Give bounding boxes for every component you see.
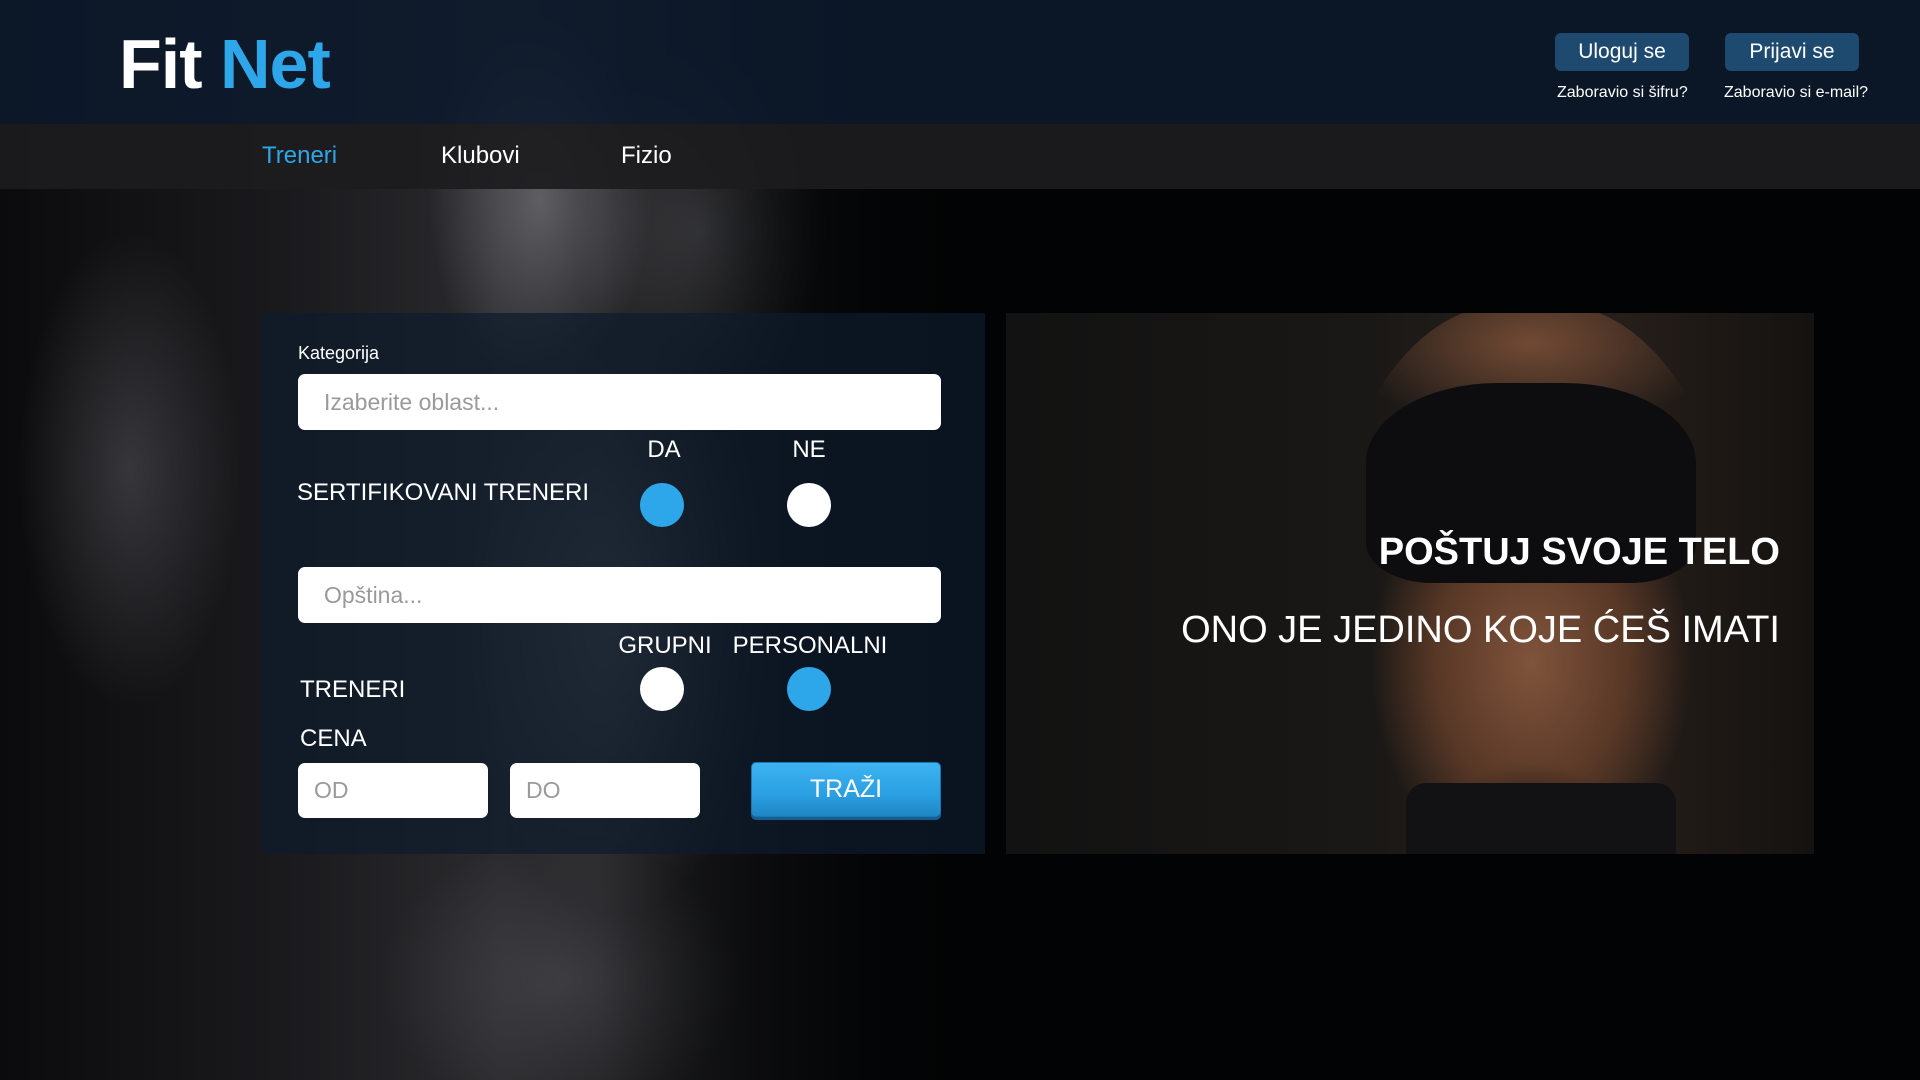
page: Fit Net Uloguj se Prijavi se Zaboravio s…	[0, 0, 1920, 1080]
price-to-input[interactable]	[510, 763, 700, 818]
category-label: Kategorija	[298, 343, 380, 363]
main-nav: Treneri Klubovi Fizio	[0, 124, 1920, 189]
nav-item-fizio[interactable]: Fizio	[621, 142, 672, 170]
certified-trainers-label: SERTIFIKOVANI TRENERI	[297, 479, 590, 506]
hero-subtitle: ONO JE JEDINO KOJE ĆEŠ IMATI	[1181, 609, 1780, 651]
trainers-label: TRENERI	[300, 676, 406, 703]
logo[interactable]: Fit Net	[119, 24, 331, 104]
forgot-email-link[interactable]: Zaboravio si e-mail?	[1724, 84, 1868, 102]
logo-fit: Fit	[119, 25, 203, 103]
login-button[interactable]: Uloguj se	[1555, 33, 1689, 71]
price-from-input[interactable]	[298, 763, 488, 818]
group-trainers-radio[interactable]	[640, 667, 684, 711]
nav-item-treneri[interactable]: Treneri	[262, 142, 337, 170]
certified-yes-radio[interactable]	[640, 483, 684, 527]
certified-no-label: NE	[792, 436, 826, 463]
group-trainers-label: GRUPNI	[618, 632, 712, 659]
search-button[interactable]: TRAŽI	[751, 762, 941, 817]
certified-no-radio[interactable]	[787, 483, 831, 527]
hero-banner: POŠTUJ SVOJE TELO ONO JE JEDINO KOJE ĆEŠ…	[1006, 313, 1814, 854]
nav-item-klubovi[interactable]: Klubovi	[441, 142, 520, 170]
hero-title: POŠTUJ SVOJE TELO	[1378, 531, 1780, 573]
personal-trainers-radio[interactable]	[787, 667, 831, 711]
municipality-input[interactable]	[298, 567, 941, 623]
logo-net: Net	[219, 25, 331, 103]
forgot-password-link[interactable]: Zaboravio si šifru?	[1557, 84, 1688, 102]
price-label: CENA	[300, 725, 367, 752]
certified-yes-label: DA	[647, 436, 681, 463]
header: Fit Net Uloguj se Prijavi se Zaboravio s…	[0, 0, 1920, 124]
hero-photo-bottom	[1406, 783, 1676, 854]
personal-trainers-label: PERSONALNI	[732, 632, 888, 659]
register-button[interactable]: Prijavi se	[1725, 33, 1859, 71]
category-input[interactable]	[298, 374, 941, 430]
